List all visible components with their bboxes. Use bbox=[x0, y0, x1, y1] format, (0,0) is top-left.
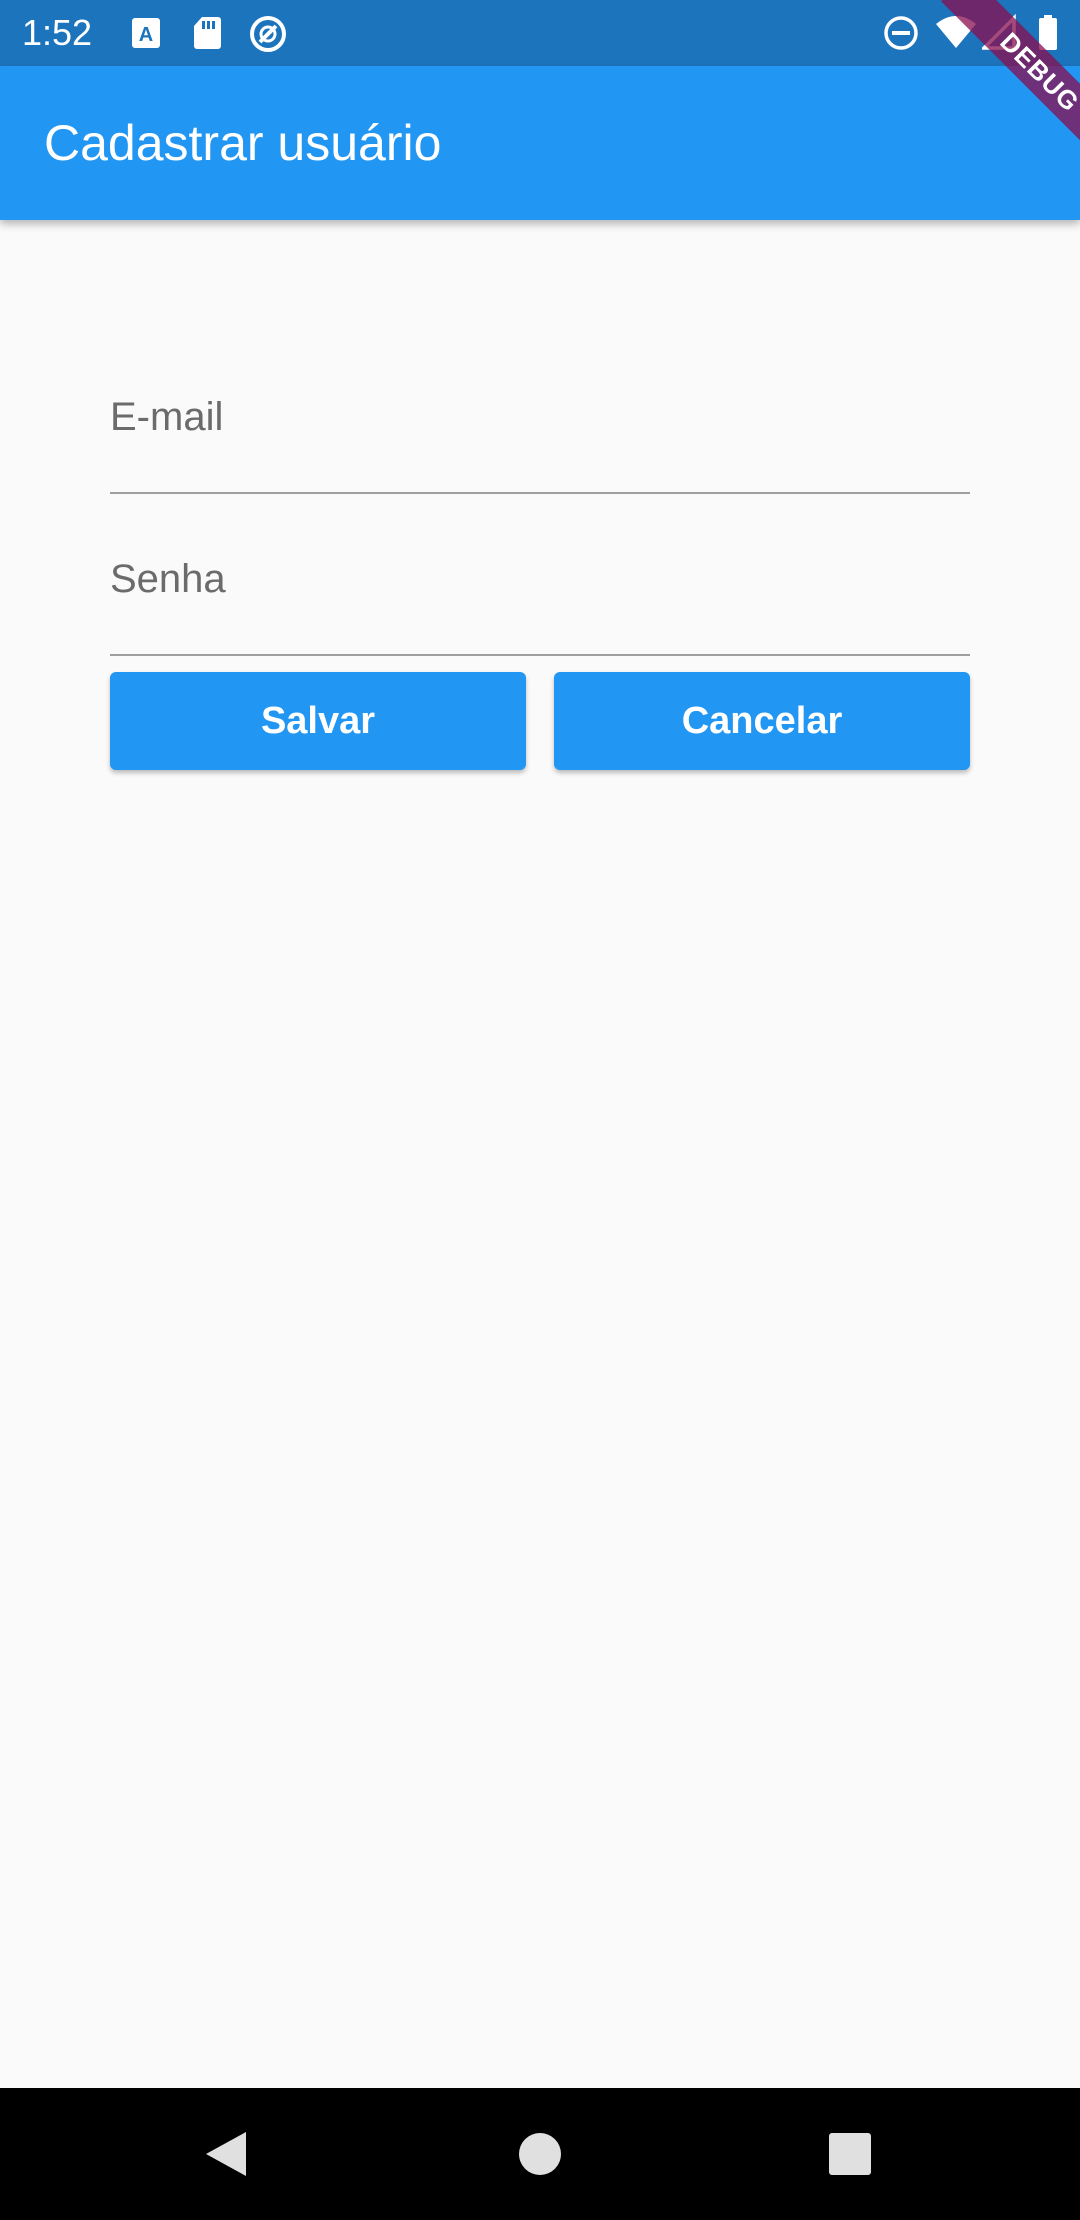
page-title: Cadastrar usuário bbox=[44, 115, 442, 171]
do-not-disturb-icon bbox=[882, 14, 920, 52]
wifi-icon bbox=[934, 14, 978, 52]
svg-text:A: A bbox=[139, 24, 153, 46]
back-icon[interactable] bbox=[200, 2126, 256, 2182]
app-bar: Cadastrar usuário bbox=[0, 66, 1080, 220]
cancel-button[interactable]: Cancelar bbox=[554, 672, 970, 770]
password-input[interactable] bbox=[110, 600, 974, 650]
sync-circle-icon bbox=[248, 14, 288, 52]
password-label: Senha bbox=[110, 557, 226, 601]
email-input[interactable] bbox=[110, 438, 974, 488]
sd-card-icon bbox=[192, 14, 222, 52]
home-icon[interactable] bbox=[512, 2126, 568, 2182]
font-download-icon: A bbox=[130, 14, 162, 52]
signal-icon bbox=[982, 14, 1018, 52]
battery-icon bbox=[1036, 14, 1060, 52]
navigation-bar bbox=[0, 2088, 1080, 2220]
screen: 1:52 A Cadastrar usuário DEBUG E-mail Se… bbox=[0, 0, 1080, 2220]
email-label: E-mail bbox=[110, 395, 224, 439]
recents-icon[interactable] bbox=[822, 2126, 878, 2182]
status-bar: 1:52 A bbox=[0, 0, 1080, 66]
password-field[interactable]: Senha bbox=[110, 544, 974, 656]
status-time: 1:52 bbox=[22, 12, 93, 53]
save-button[interactable]: Salvar bbox=[110, 672, 526, 770]
email-field[interactable]: E-mail bbox=[110, 382, 974, 494]
